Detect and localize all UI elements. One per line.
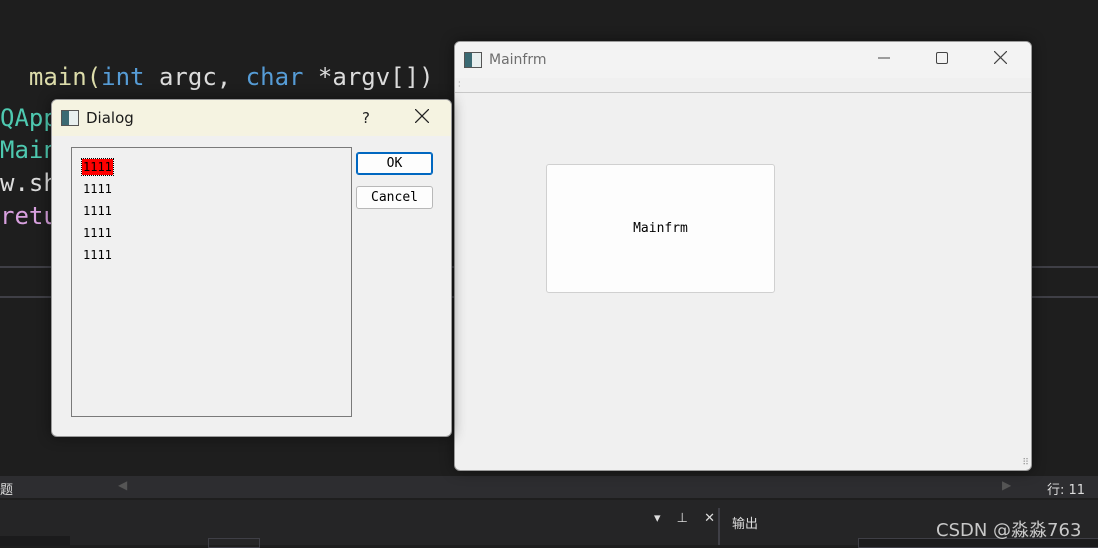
close-icon xyxy=(993,50,1007,65)
maximize-button[interactable] xyxy=(913,42,971,78)
list-item[interactable]: 1111 xyxy=(83,225,112,241)
resize-grip-icon[interactable]: ⠿ xyxy=(1022,458,1029,468)
dialog-window: Dialog ? 1111 1111 1111 1111 1111 OK Can… xyxy=(51,99,452,437)
menu-toolbar-strip: · · xyxy=(455,78,1031,93)
watermark: CSDN @淼淼763 xyxy=(936,520,1082,541)
mainfrm-window: Mainfrm · · Mainfrm ⠿ xyxy=(454,41,1032,471)
code-token: main( xyxy=(28,63,102,91)
code-token: char xyxy=(245,63,304,91)
code-line-main: main(int argc, char *argv[]) xyxy=(0,35,434,91)
mainfrm-title: Mainfrm xyxy=(489,52,547,68)
dialog-close-button[interactable] xyxy=(400,100,444,136)
pane-tool-icons[interactable]: ▾ ⊥ ✕ xyxy=(654,511,721,526)
maximize-icon xyxy=(936,52,948,64)
list-item[interactable]: 1111 xyxy=(83,203,112,219)
code-token: int xyxy=(101,63,145,91)
mainfrm-title-bar[interactable]: Mainfrm xyxy=(455,42,1031,78)
help-button[interactable]: ? xyxy=(352,100,380,136)
code-token: argc, xyxy=(144,63,246,91)
line-number-status: 行: 11 xyxy=(1047,483,1086,498)
mainfrm-center-button[interactable]: Mainfrm xyxy=(546,164,775,293)
pane-divider xyxy=(718,508,720,545)
ok-button[interactable]: OK xyxy=(356,152,433,175)
minimize-icon xyxy=(878,57,890,59)
toolbar-grip-icon[interactable]: · · xyxy=(458,79,461,91)
cancel-button[interactable]: Cancel xyxy=(356,186,433,209)
app-window-icon xyxy=(61,110,79,126)
list-item[interactable]: 1111 xyxy=(83,181,112,197)
close-button[interactable] xyxy=(971,42,1029,78)
output-pane-title[interactable]: 输出 xyxy=(732,513,758,532)
dialog-title-bar[interactable]: Dialog ? xyxy=(52,100,451,136)
minimize-button[interactable] xyxy=(855,42,913,78)
code-line-return: retu xyxy=(0,202,58,230)
ide-status-bar: 题 ◀ ▶ 行: 11 xyxy=(0,476,1098,498)
ide-bottom-panel: ▾ ⊥ ✕ 输出 xyxy=(0,500,1098,548)
app-window-icon xyxy=(464,52,482,68)
close-icon xyxy=(414,108,430,124)
list-item[interactable]: 1111 xyxy=(83,247,112,263)
code-line-qapp: QApp xyxy=(0,104,58,132)
scroll-left-icon[interactable]: ◀ xyxy=(118,478,127,492)
panel-toolbar-slot xyxy=(208,538,260,548)
code-token: *argv[]) xyxy=(303,63,434,91)
dialog-title: Dialog xyxy=(86,109,134,127)
code-line-mainfrm: Main xyxy=(0,136,58,164)
scroll-right-icon[interactable]: ▶ xyxy=(1002,478,1011,492)
list-widget[interactable]: 1111 1111 1111 1111 1111 xyxy=(71,147,352,417)
issues-label[interactable]: 题 xyxy=(0,479,13,498)
list-item-selected[interactable]: 1111 xyxy=(81,158,114,176)
